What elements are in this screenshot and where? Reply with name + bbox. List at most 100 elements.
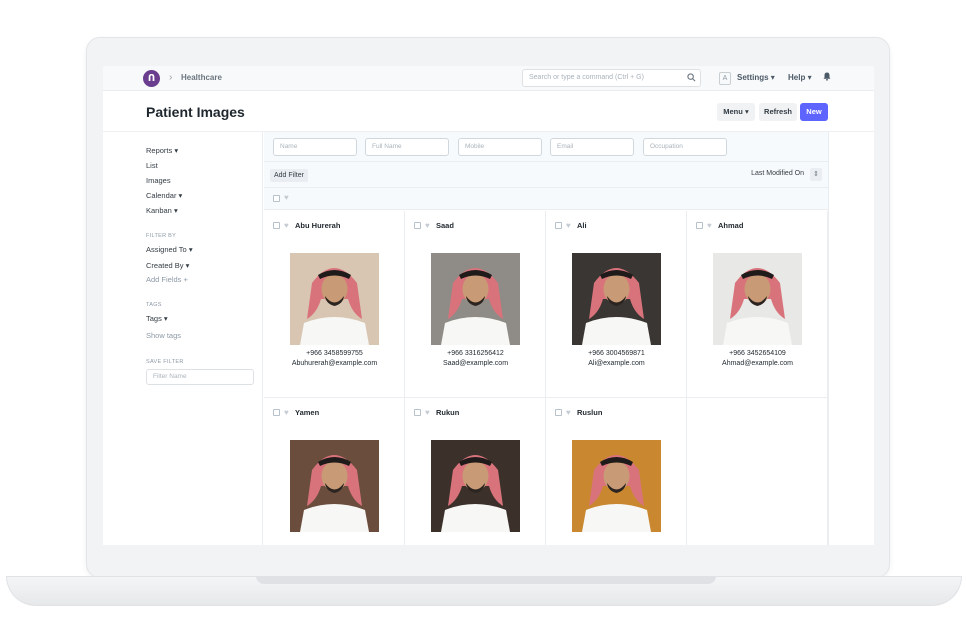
filter-by-label: FILTER BY <box>146 233 177 239</box>
search-placeholder: Search or type a command (Ctrl + G) <box>529 74 644 81</box>
patient-email: Abuhurerah@example.com <box>291 360 378 367</box>
heart-icon[interactable]: ♥ <box>566 409 571 417</box>
patient-photo[interactable] <box>290 253 379 345</box>
right-gutter <box>828 132 874 545</box>
patient-name[interactable]: Ali <box>577 221 587 230</box>
sidebar-item-reports[interactable]: Reports ▾ <box>146 146 178 155</box>
person-avatar-icon <box>431 440 520 532</box>
created-by-label: Created By <box>146 261 184 270</box>
card-checkbox[interactable] <box>414 222 421 229</box>
assigned-to-dropdown[interactable]: Assigned To ▾ <box>146 245 193 254</box>
name-filter-input[interactable]: Name <box>273 138 357 156</box>
card-checkbox[interactable] <box>555 222 562 229</box>
select-all-checkbox[interactable] <box>273 195 280 202</box>
sidebar-item-list[interactable]: List <box>146 161 158 170</box>
laptop-notch <box>256 576 716 584</box>
search-icon <box>687 73 696 82</box>
patient-card[interactable]: ♥ Abu Hurerah +966 3458599755 Abuhurerah@ex… <box>264 211 405 398</box>
card-checkbox[interactable] <box>414 409 421 416</box>
person-avatar-icon <box>572 253 661 345</box>
heart-icon[interactable]: ♥ <box>284 409 289 417</box>
settings-dropdown[interactable]: Settings ▾ <box>737 73 775 82</box>
full-name-filter-input[interactable]: Full Name <box>365 138 449 156</box>
heart-icon[interactable]: ♥ <box>707 222 712 230</box>
patient-photo[interactable] <box>431 440 520 532</box>
email-filter-input[interactable]: Email <box>550 138 634 156</box>
sidebar-item-images[interactable]: Images <box>146 176 171 185</box>
filter-name-input[interactable]: Filter Name <box>146 369 254 385</box>
standard-filter-bar: Name Full Name Mobile Email Occupation <box>264 132 828 162</box>
patient-name[interactable]: Saad <box>436 221 454 230</box>
chevron-right-icon: › <box>169 72 173 83</box>
search-input[interactable]: Search or type a command (Ctrl + G) <box>522 69 701 87</box>
save-filter-label: SAVE FILTER <box>146 359 184 365</box>
patient-card[interactable]: ♥ Rukun <box>405 398 546 545</box>
sidebar-item-calendar[interactable]: Calendar ▾ <box>146 191 182 200</box>
person-avatar-icon <box>713 253 802 345</box>
patient-card[interactable]: ♥ Ruslun <box>546 398 687 545</box>
patient-photo[interactable] <box>713 253 802 345</box>
main-content: Name Full Name Mobile Email Occupation A… <box>264 132 828 545</box>
patient-name[interactable]: Ruslun <box>577 408 602 417</box>
patient-name[interactable]: Yamen <box>295 408 319 417</box>
add-filter-button[interactable]: Add Filter <box>270 169 308 182</box>
tags-dropdown[interactable]: Tags ▾ <box>146 314 168 323</box>
caret-down-icon: ▾ <box>807 73 812 82</box>
sidebar-item-kanban[interactable]: Kanban ▾ <box>146 206 178 215</box>
image-grid: ♥ Abu Hurerah +966 3458599755 Abuhurerah@ex… <box>264 211 828 545</box>
bell-icon[interactable] <box>823 72 831 81</box>
plus-icon: + <box>183 275 188 284</box>
patient-photo[interactable] <box>290 440 379 532</box>
menu-label: Menu <box>723 107 743 116</box>
patient-phone: +966 3452654109 <box>729 350 786 357</box>
patient-photo[interactable] <box>431 253 520 345</box>
patient-photo[interactable] <box>572 253 661 345</box>
breadcrumb[interactable]: Healthcare <box>181 73 222 82</box>
person-avatar-icon <box>290 253 379 345</box>
sort-selector[interactable]: Last Modified On <box>751 170 804 177</box>
patient-card[interactable]: ♥ Ali +966 3004569871 Ali@example.com <box>546 211 687 398</box>
page-header: Patient Images Menu ▾ Refresh New <box>103 91 874 132</box>
add-fields-button[interactable]: Add Fields + <box>146 275 188 284</box>
card-checkbox[interactable] <box>696 222 703 229</box>
heart-icon[interactable]: ♥ <box>425 409 430 417</box>
sort-bar: Add Filter Last Modified On ⇕ <box>264 162 828 188</box>
avatar[interactable]: A <box>719 72 731 85</box>
heart-icon[interactable]: ♥ <box>284 194 289 202</box>
patient-phone: +966 3458599755 <box>306 350 363 357</box>
occupation-filter-input[interactable]: Occupation <box>643 138 727 156</box>
top-navbar: Ո › Healthcare Search or type a command … <box>103 66 874 91</box>
person-avatar-icon <box>290 440 379 532</box>
patient-name[interactable]: Ahmad <box>718 221 743 230</box>
card-checkbox[interactable] <box>273 409 280 416</box>
created-by-dropdown[interactable]: Created By ▾ <box>146 261 189 270</box>
sort-order-icon[interactable]: ⇕ <box>810 168 822 181</box>
mobile-filter-input[interactable]: Mobile <box>458 138 542 156</box>
card-checkbox[interactable] <box>273 222 280 229</box>
heart-icon[interactable]: ♥ <box>566 222 571 230</box>
select-all-bar: ♥ <box>264 188 828 210</box>
app-screen: Ո › Healthcare Search or type a command … <box>103 66 874 545</box>
show-tags-link[interactable]: Show tags <box>146 331 181 340</box>
app-logo[interactable]: Ո <box>143 70 160 87</box>
refresh-button[interactable]: Refresh <box>759 103 797 121</box>
heart-icon[interactable]: ♥ <box>425 222 430 230</box>
patient-card[interactable]: ♥ Yamen <box>264 398 405 545</box>
person-avatar-icon <box>572 440 661 532</box>
patient-card[interactable]: ♥ Saad +966 3316256412 Saad@example.com <box>405 211 546 398</box>
sidebar-item-label: Kanban <box>146 206 172 215</box>
patient-photo[interactable] <box>572 440 661 532</box>
menu-button[interactable]: Menu ▾ <box>717 103 755 121</box>
sidebar: Reports ▾ List Images Calendar ▾ Kanban … <box>103 132 263 545</box>
help-dropdown[interactable]: Help ▾ <box>788 73 812 82</box>
heart-icon[interactable]: ♥ <box>284 222 289 230</box>
patient-email: Saad@example.com <box>442 360 509 367</box>
page-title: Patient Images <box>146 104 245 120</box>
patient-card[interactable]: ♥ Ahmad +966 3452654109 Ahmad@example.com <box>687 211 828 398</box>
patient-name[interactable]: Abu Hurerah <box>295 221 340 230</box>
card-checkbox[interactable] <box>555 409 562 416</box>
new-button[interactable]: New <box>800 103 828 121</box>
patient-name[interactable]: Rukun <box>436 408 459 417</box>
tags-label: Tags <box>146 314 162 323</box>
empty-grid-cell <box>687 398 828 545</box>
